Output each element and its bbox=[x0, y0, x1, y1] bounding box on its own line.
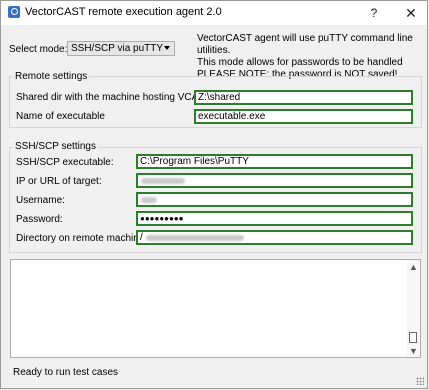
app-icon bbox=[8, 6, 20, 18]
remote-dir-value: / bbox=[140, 232, 143, 243]
mode-info: VectorCAST agent will use puTTY command … bbox=[197, 33, 427, 81]
output-log[interactable]: ▲ ▼ bbox=[10, 259, 421, 358]
redacted-value bbox=[146, 235, 244, 241]
target-ip-label: IP or URL of target: bbox=[16, 176, 102, 187]
title-bar: VectorCAST remote execution agent 2.0 ? … bbox=[1, 1, 427, 25]
shared-dir-value: Z:\shared bbox=[198, 92, 241, 103]
remote-dir-field[interactable]: / bbox=[136, 230, 413, 245]
target-ip-field[interactable] bbox=[136, 173, 413, 188]
vertical-scrollbar[interactable]: ▲ ▼ bbox=[407, 260, 420, 357]
executable-name-label: Name of executable bbox=[16, 111, 105, 122]
ssh-exe-value: C:\Program Files\PuTTY bbox=[140, 156, 249, 167]
shared-dir-field[interactable]: Z:\shared bbox=[194, 90, 413, 105]
ssh-exe-field[interactable]: C:\Program Files\PuTTY bbox=[136, 154, 413, 169]
shared-dir-label: Shared dir with the machine hosting VCAS… bbox=[16, 92, 212, 103]
scroll-up-icon[interactable]: ▲ bbox=[409, 262, 418, 272]
password-value: ●●●●●●●●● bbox=[140, 214, 184, 223]
chevron-down-icon bbox=[164, 46, 170, 50]
username-label: Username: bbox=[16, 195, 65, 206]
agent-window: VectorCAST remote execution agent 2.0 ? … bbox=[0, 0, 428, 389]
executable-name-field[interactable]: executable.exe bbox=[194, 109, 413, 124]
status-text: Ready to run test cases bbox=[13, 367, 119, 378]
scroll-thumb[interactable] bbox=[409, 332, 417, 343]
redacted-value bbox=[141, 197, 157, 203]
username-field[interactable] bbox=[136, 192, 413, 207]
scroll-down-icon[interactable]: ▼ bbox=[409, 346, 418, 356]
info-line: This mode allows for passwords to be han… bbox=[197, 57, 403, 68]
mode-select[interactable]: SSH/SCP via puTTY bbox=[67, 41, 175, 56]
mode-select-value: SSH/SCP via puTTY bbox=[71, 43, 164, 54]
window-title: VectorCAST remote execution agent 2.0 bbox=[25, 6, 222, 18]
remote-settings-title: Remote settings bbox=[13, 71, 90, 82]
resize-grip-icon[interactable] bbox=[416, 377, 424, 385]
help-button[interactable]: ? bbox=[360, 3, 388, 23]
ssh-settings-title: SSH/SCP settings bbox=[13, 141, 98, 152]
password-field[interactable]: ●●●●●●●●● bbox=[136, 211, 413, 226]
ssh-exe-label: SSH/SCP executable: bbox=[16, 157, 114, 168]
remote-dir-label: Directory on remote machine bbox=[16, 233, 145, 244]
close-button[interactable]: ✕ bbox=[397, 3, 425, 23]
info-line: VectorCAST agent will use puTTY command … bbox=[197, 33, 413, 56]
select-mode-label: Select mode: bbox=[9, 44, 68, 55]
executable-name-value: executable.exe bbox=[198, 111, 266, 122]
password-label: Password: bbox=[16, 214, 63, 225]
redacted-value bbox=[141, 178, 185, 184]
